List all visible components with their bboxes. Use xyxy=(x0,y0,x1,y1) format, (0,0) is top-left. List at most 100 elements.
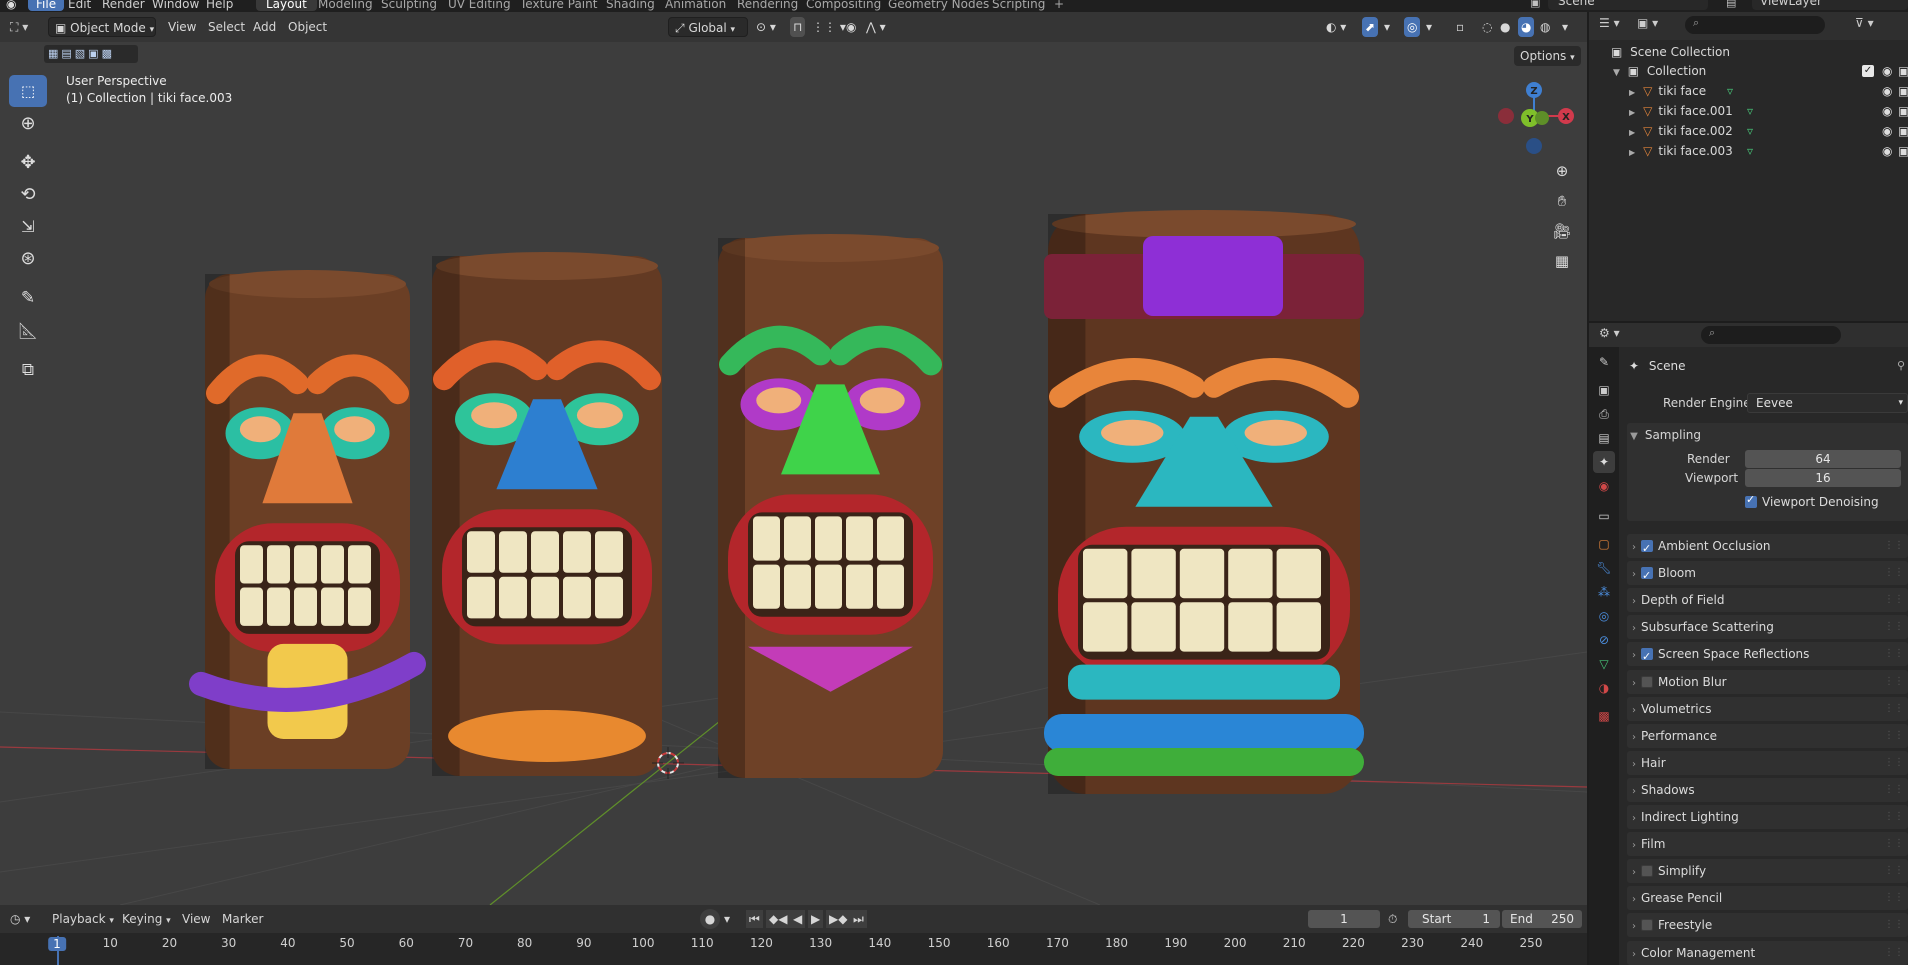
drag-handle-icon[interactable]: ⋮⋮ xyxy=(1884,697,1904,721)
drag-handle-icon[interactable]: ⋮⋮ xyxy=(1884,670,1904,694)
camera-icon[interactable]: ▣ xyxy=(1898,121,1908,141)
drag-handle-icon[interactable]: ⋮⋮ xyxy=(1884,588,1904,612)
drag-handle-icon[interactable]: ⋮⋮ xyxy=(1884,941,1904,965)
options-dropdown[interactable]: Options ▾ xyxy=(1514,46,1581,66)
outliner-object-row[interactable]: ▶ ▽ tiki face.001 ▿ ◉ ▣ xyxy=(1589,101,1908,121)
freestyle-panel-header[interactable]: › Freestyle ⋮⋮ xyxy=(1627,913,1908,938)
shading-rendered-icon[interactable]: ◍ xyxy=(1540,17,1550,37)
sampling-header[interactable]: ▼ Sampling xyxy=(1627,423,1908,447)
visibility-icon[interactable]: ◐ ▾ xyxy=(1326,17,1346,37)
subsurface-scattering-panel-header[interactable]: › Subsurface Scattering ⋮⋮ xyxy=(1627,615,1908,640)
drag-handle-icon[interactable]: ⋮⋮ xyxy=(1884,724,1904,748)
play-reverse-button[interactable]: ◀ xyxy=(790,910,806,928)
tab-data[interactable]: ▽ xyxy=(1593,653,1615,675)
tab-uv-editing[interactable]: UV Editing xyxy=(438,0,521,11)
keying-set-dropdown-icon[interactable]: ▾ xyxy=(724,910,730,928)
menu-add[interactable]: Add xyxy=(253,17,276,37)
tab-compositing[interactable]: Compositing xyxy=(796,0,891,11)
eye-icon[interactable]: ◉ xyxy=(1882,121,1892,141)
outliner-object-row[interactable]: ▶ ▽ tiki face.002 ▿ ◉ ▣ xyxy=(1589,121,1908,141)
move-tool[interactable]: ✥ xyxy=(9,146,47,178)
zoom-button[interactable]: ⊕ xyxy=(1549,158,1575,184)
end-frame-field[interactable]: End 250 xyxy=(1502,910,1582,928)
tab-physics[interactable]: ◎ xyxy=(1593,605,1615,627)
scale-tool[interactable]: ⇲ xyxy=(9,210,47,242)
drag-handle-icon[interactable]: ⋮⋮ xyxy=(1884,642,1904,666)
outliner-search-input[interactable]: ⌕ xyxy=(1685,16,1825,34)
editor-type-icon[interactable]: ◷ ▾ xyxy=(10,910,30,928)
color-management-panel-header[interactable]: › Color Management ⋮⋮ xyxy=(1627,940,1908,965)
jump-keyframe-forward-button[interactable]: ▶◆ xyxy=(826,910,851,928)
performance-panel-header[interactable]: › Performance ⋮⋮ xyxy=(1627,723,1908,748)
drag-handle-icon[interactable]: ⋮⋮ xyxy=(1884,534,1904,558)
shading-solid-icon[interactable]: ● xyxy=(1500,17,1510,37)
properties-search-input[interactable]: ⌕ xyxy=(1701,326,1841,344)
exclude-checkbox[interactable]: ✓ xyxy=(1862,65,1874,77)
film-panel-header[interactable]: › Film ⋮⋮ xyxy=(1627,832,1908,857)
chevron-right-icon[interactable]: ▶ xyxy=(1629,128,1635,137)
tab-view-layer[interactable]: ▤ xyxy=(1593,427,1615,449)
outliner-scene-collection[interactable]: ▣ Scene Collection xyxy=(1589,42,1908,62)
auto-keying-button[interactable]: ● xyxy=(700,909,720,929)
indirect-lighting-panel-header[interactable]: › Indirect Lighting ⋮⋮ xyxy=(1627,805,1908,829)
depth-of-field-panel-header[interactable]: › Depth of Field ⋮⋮ xyxy=(1627,588,1908,613)
viewport-samples-field[interactable]: 16 xyxy=(1745,469,1901,487)
drag-handle-icon[interactable]: ⋮⋮ xyxy=(1884,886,1904,910)
jump-end-button[interactable]: ⏭ xyxy=(850,910,867,928)
camera-icon[interactable]: ▣ xyxy=(1898,81,1908,101)
transform-orientation-dropdown[interactable]: ⤢ Global ▾ xyxy=(668,17,748,37)
annotate-tool[interactable]: ✎ xyxy=(9,282,47,314)
transform-tool[interactable]: ⊛ xyxy=(9,242,47,274)
panel-checkbox[interactable] xyxy=(1641,865,1653,878)
motion-blur-panel-header[interactable]: › Motion Blur ⋮⋮ xyxy=(1627,669,1908,694)
camera-icon[interactable]: ▣ xyxy=(1898,141,1908,161)
tab-animation[interactable]: Animation xyxy=(655,0,736,11)
tab-constraints[interactable]: ⊘ xyxy=(1593,629,1615,651)
playback-menu[interactable]: Playback ▾ xyxy=(52,910,114,928)
tab-collection[interactable]: ▭ xyxy=(1593,505,1615,527)
tab-world[interactable]: ◉ xyxy=(1593,475,1615,497)
volumetrics-panel-header[interactable]: › Volumetrics ⋮⋮ xyxy=(1627,696,1908,721)
camera-view-button[interactable]: 🎥︎ xyxy=(1549,218,1575,244)
camera-icon[interactable]: ▣ xyxy=(1898,61,1908,81)
tab-material[interactable]: ◑ xyxy=(1593,677,1615,699)
view-layer-icon[interactable]: ▤ xyxy=(1726,0,1736,9)
drag-handle-icon[interactable]: ⋮⋮ xyxy=(1884,859,1904,883)
drag-handle-icon[interactable]: ⋮⋮ xyxy=(1884,832,1904,856)
editor-type-icon[interactable]: ⛶ ▾ xyxy=(10,17,28,37)
menu-window[interactable]: Window xyxy=(152,0,199,11)
display-mode-icon[interactable]: ▣ ▾ xyxy=(1637,16,1658,30)
tab-output[interactable]: ⎙ xyxy=(1593,403,1615,425)
tab-modifiers[interactable]: 🔧︎ xyxy=(1593,557,1615,579)
snap-icon[interactable]: ⊓ xyxy=(790,17,806,37)
ambient-occlusion-panel-header[interactable]: › Ambient Occlusion ⋮⋮ xyxy=(1627,534,1908,561)
grease-pencil-panel-header[interactable]: › Grease Pencil ⋮⋮ xyxy=(1627,886,1908,911)
shading-wireframe-icon[interactable]: ◌ xyxy=(1482,17,1492,37)
panel-checkbox[interactable] xyxy=(1641,645,1653,669)
view-menu[interactable]: View xyxy=(182,910,210,928)
panel-checkbox[interactable] xyxy=(1641,564,1653,588)
snap-target-icon[interactable]: ⋮⋮ ▾ xyxy=(812,17,846,37)
overlays-dropdown-icon[interactable]: ▾ xyxy=(1426,17,1432,37)
camera-icon[interactable]: ▣ xyxy=(1898,101,1908,121)
tab-texture-paint[interactable]: Texture Paint xyxy=(510,0,607,11)
shading-material-icon[interactable]: ◕ xyxy=(1518,17,1535,37)
proportional-edit-icon[interactable]: ◉ xyxy=(846,17,856,37)
outliner-object-row[interactable]: ▶ ▽ tiki face ▿ ◉ ▣ xyxy=(1589,81,1908,101)
simplify-panel-header[interactable]: › Simplify ⋮⋮ xyxy=(1627,859,1908,884)
falloff-icon[interactable]: ⋀ ▾ xyxy=(866,17,886,37)
scene-name-field[interactable]: Scene xyxy=(1548,0,1708,10)
xray-icon[interactable]: ▫ xyxy=(1456,17,1464,37)
keying-menu[interactable]: Keying ▾ xyxy=(122,910,171,928)
tab-texture[interactable]: ▩ xyxy=(1593,705,1615,727)
menu-view[interactable]: View xyxy=(168,17,196,37)
view-layer-field[interactable]: ViewLayer xyxy=(1752,0,1908,10)
panel-checkbox[interactable] xyxy=(1641,919,1653,932)
scene-selector-icon[interactable]: ▣ xyxy=(1530,0,1540,9)
render-engine-dropdown[interactable]: Eevee ▾ xyxy=(1747,393,1908,413)
chevron-right-icon[interactable]: ▶ xyxy=(1629,88,1635,97)
eye-icon[interactable]: ◉ xyxy=(1882,61,1892,81)
editor-type-icon[interactable]: ☰ ▾ xyxy=(1599,16,1620,30)
drag-handle-icon[interactable]: ⋮⋮ xyxy=(1884,561,1904,585)
add-workspace-button[interactable]: + xyxy=(1044,0,1074,11)
